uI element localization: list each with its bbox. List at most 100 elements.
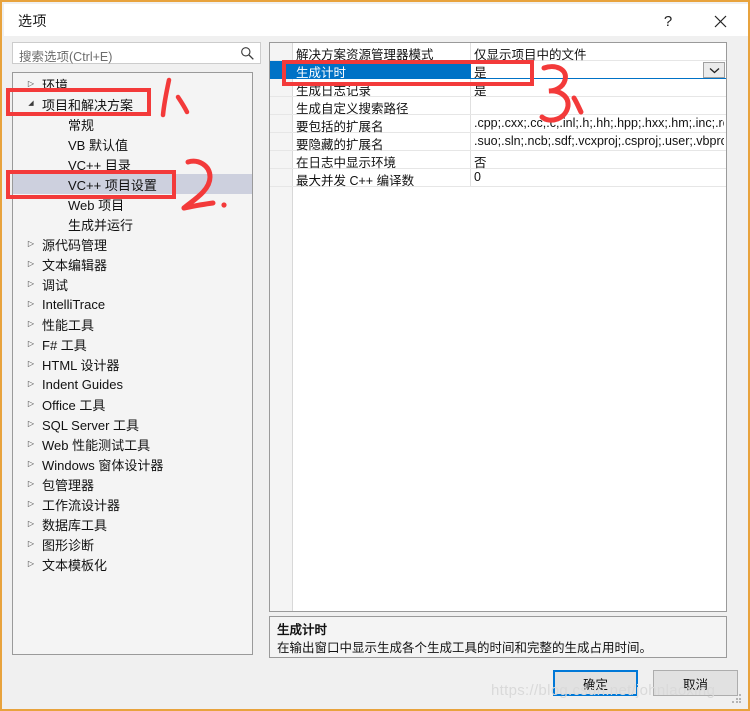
chevron-right-icon[interactable]: ▷	[23, 334, 39, 354]
sidebar-item-label: 环境	[42, 77, 69, 93]
sidebar-item-14[interactable]: ▷ HTML 设计器	[13, 354, 252, 374]
sidebar-item-3[interactable]: VB 默认值	[13, 134, 252, 154]
close-icon	[714, 15, 726, 27]
property-row[interactable]: 生成日志记录是	[270, 79, 726, 98]
chevron-right-icon[interactable]: ▷	[23, 254, 39, 274]
chevron-right-icon[interactable]: ▷	[23, 474, 39, 494]
property-row[interactable]: 在日志中显示环境否	[270, 151, 726, 170]
chevron-right-icon[interactable]: ▷	[23, 414, 39, 434]
sidebar-item-label: Web 性能测试工具	[42, 437, 151, 453]
chevron-right-icon[interactable]: ▷	[23, 514, 39, 534]
column-separator	[470, 115, 471, 132]
property-row[interactable]: 生成自定义搜索路径	[270, 97, 726, 116]
sidebar-item-label: VC++ 目录	[68, 157, 131, 173]
chevron-down-icon[interactable]: ◢	[23, 94, 39, 114]
sidebar-item-label: Office 工具	[42, 397, 106, 413]
sidebar-item-23[interactable]: ▷ 图形诊断	[13, 534, 252, 554]
sidebar-item-10[interactable]: ▷ 调试	[13, 274, 252, 294]
chevron-down-icon	[709, 67, 719, 73]
sidebar-item-7[interactable]: 生成并运行	[13, 214, 252, 234]
column-separator	[470, 79, 471, 96]
sidebar-item-label: 包管理器	[42, 477, 95, 493]
sidebar-item-label: Windows 窗体设计器	[42, 457, 164, 473]
sidebar-item-label: 源代码管理	[42, 237, 108, 253]
column-separator	[470, 151, 471, 168]
search-icon[interactable]	[240, 46, 255, 61]
sidebar-item-1[interactable]: ◢ 项目和解决方案	[13, 94, 252, 114]
close-button[interactable]	[698, 6, 742, 36]
search-placeholder: 搜索选项(Ctrl+E)	[19, 50, 113, 64]
resize-grip[interactable]	[732, 694, 742, 704]
sidebar-item-6[interactable]: Web 项目	[13, 194, 252, 214]
sidebar-item-label: 调试	[42, 277, 69, 293]
property-name: 最大并发 C++ 编译数	[296, 174, 415, 188]
property-dropdown-button[interactable]	[703, 62, 725, 78]
sidebar-item-label: 性能工具	[42, 317, 95, 333]
sidebar-item-label: 生成并运行	[68, 217, 134, 233]
title-bar: 选项 ?	[4, 4, 748, 36]
sidebar-item-22[interactable]: ▷ 数据库工具	[13, 514, 252, 534]
description-text: 在输出窗口中显示生成各个生成工具的时间和完整的生成占用时间。	[277, 641, 653, 655]
sidebar-item-label: IntelliTrace	[42, 296, 106, 312]
property-value[interactable]: 0	[474, 170, 724, 184]
sidebar-item-18[interactable]: ▷ Web 性能测试工具	[13, 434, 252, 454]
sidebar-item-20[interactable]: ▷ 包管理器	[13, 474, 252, 494]
chevron-right-icon[interactable]: ▷	[23, 534, 39, 554]
sidebar-item-2[interactable]: 常规	[13, 114, 252, 134]
property-row[interactable]: 要包括的扩展名 .cpp;.cxx;.cc;.c;.inl;.h;.hh;.hpp…	[270, 115, 726, 134]
options-category-tree[interactable]: ▷ 环境 ◢ 项目和解决方案 常规 VB 默认值 VC++ 目录 VC++ 项目设置 Web 项…	[12, 72, 253, 655]
sidebar-item-24[interactable]: ▷ 文本模板化	[13, 554, 252, 574]
options-dialog: 选项 ? 搜索选项(Ctrl+E) ▷ 环境 ◢ 项目和解决方案 常规 VB 默认值 VC+…	[0, 0, 750, 711]
sidebar-item-0[interactable]: ▷ 环境	[13, 74, 252, 94]
chevron-right-icon[interactable]: ▷	[23, 394, 39, 414]
sidebar-item-15[interactable]: ▷ Indent Guides	[13, 374, 252, 394]
property-value[interactable]: .cpp;.cxx;.cc;.c;.inl;.h;.hh;.hpp;.hxx;.…	[474, 116, 724, 130]
sidebar-item-4[interactable]: VC++ 目录	[13, 154, 252, 174]
sidebar-item-label: 文本模板化	[42, 557, 108, 573]
sidebar-item-label: HTML 设计器	[42, 357, 120, 373]
sidebar-item-label: SQL Server 工具	[42, 417, 140, 433]
help-button[interactable]: ?	[646, 6, 690, 36]
chevron-right-icon[interactable]: ▷	[23, 294, 39, 314]
search-input[interactable]: 搜索选项(Ctrl+E)	[12, 42, 261, 64]
sidebar-item-9[interactable]: ▷ 文本编辑器	[13, 254, 252, 274]
sidebar-item-label: Indent Guides	[42, 376, 123, 392]
sidebar-item-label: 常规	[68, 117, 95, 133]
chevron-right-icon[interactable]: ▷	[23, 374, 39, 394]
chevron-right-icon[interactable]: ▷	[23, 434, 39, 454]
column-separator	[470, 133, 471, 150]
sidebar-item-label: 数据库工具	[42, 517, 108, 533]
chevron-right-icon[interactable]: ▷	[23, 454, 39, 474]
sidebar-item-17[interactable]: ▷ SQL Server 工具	[13, 414, 252, 434]
property-row[interactable]: 解决方案资源管理器模式 仅显示项目中的文件	[270, 43, 726, 62]
column-separator	[470, 169, 471, 186]
chevron-right-icon[interactable]: ▷	[23, 74, 39, 94]
sidebar-item-label: F# 工具	[42, 337, 87, 353]
sidebar-item-16[interactable]: ▷ Office 工具	[13, 394, 252, 414]
property-value[interactable]: .suo;.sln;.ncb;.sdf;.vcxproj;.csproj;.us…	[474, 134, 724, 148]
sidebar-item-19[interactable]: ▷ Windows 窗体设计器	[13, 454, 252, 474]
property-row[interactable]: 生成计时是	[270, 61, 726, 80]
watermark: https://blog.csdn.net/johnlaoxing	[491, 682, 716, 699]
column-separator	[470, 43, 471, 60]
sidebar-item-21[interactable]: ▷ 工作流设计器	[13, 494, 252, 514]
property-row[interactable]: 最大并发 C++ 编译数 0	[270, 169, 726, 188]
chevron-right-icon[interactable]: ▷	[23, 274, 39, 294]
chevron-right-icon[interactable]: ▷	[23, 554, 39, 574]
sidebar-item-5[interactable]: VC++ 项目设置	[13, 174, 252, 194]
sidebar-item-13[interactable]: ▷ F# 工具	[13, 334, 252, 354]
chevron-right-icon[interactable]: ▷	[23, 354, 39, 374]
description-title: 生成计时	[277, 623, 328, 637]
question-mark-icon: ?	[663, 12, 673, 30]
chevron-right-icon[interactable]: ▷	[23, 314, 39, 334]
sidebar-item-11[interactable]: ▷ IntelliTrace	[13, 294, 252, 314]
chevron-right-icon[interactable]: ▷	[23, 234, 39, 254]
sidebar-item-label: 文本编辑器	[42, 257, 108, 273]
sidebar-item-12[interactable]: ▷ 性能工具	[13, 314, 252, 334]
property-row[interactable]: 要隐藏的扩展名 .suo;.sln;.ncb;.sdf;.vcxproj;.csp…	[270, 133, 726, 152]
chevron-right-icon[interactable]: ▷	[23, 494, 39, 514]
sidebar-item-8[interactable]: ▷ 源代码管理	[13, 234, 252, 254]
column-separator	[470, 97, 471, 114]
property-grid[interactable]: 解决方案资源管理器模式 仅显示项目中的文件 生成计时是生成日志记录是生成自定义搜索路…	[269, 42, 727, 612]
sidebar-item-label: VB 默认值	[68, 137, 128, 153]
